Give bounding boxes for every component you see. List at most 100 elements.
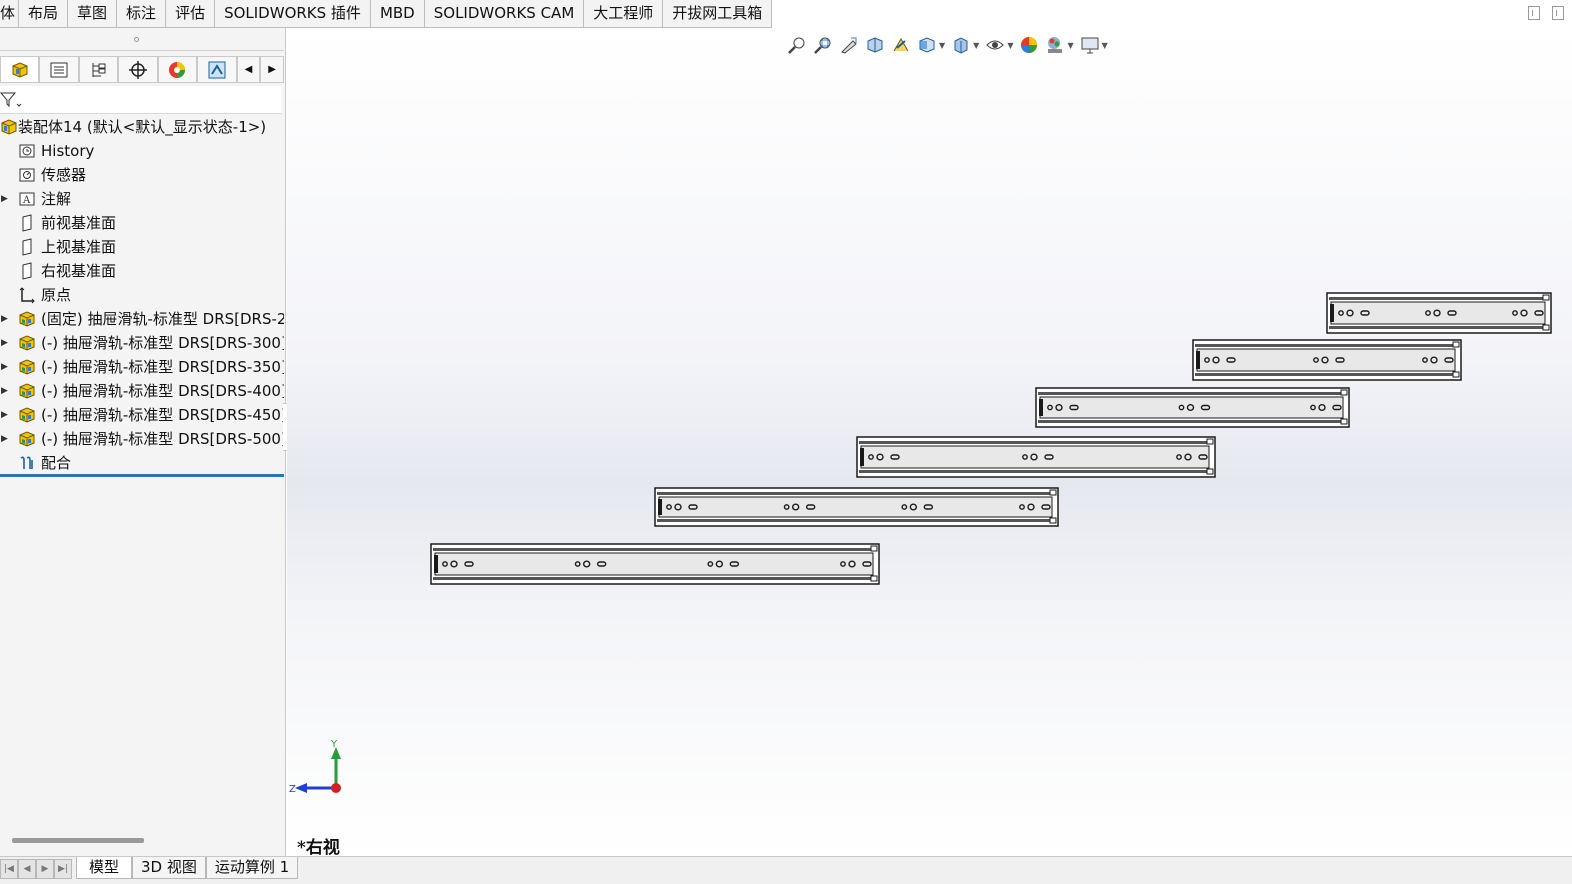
rail-end-stop [860, 448, 864, 466]
expand-arrow-icon[interactable]: ▶ [1, 379, 8, 403]
rail-corner [870, 575, 878, 582]
command-tab[interactable]: 大工程师 [584, 0, 664, 28]
dimxpert-icon[interactable] [118, 56, 158, 83]
bottom-tab[interactable]: 3D 视图 [132, 857, 206, 879]
display-manager-icon[interactable] [157, 56, 198, 83]
tree-filter[interactable] [0, 86, 282, 114]
expand-arrow-icon[interactable]: ▶ [1, 307, 8, 331]
rail-bottom-edge [657, 519, 1056, 522]
rail-bottom-edge [1038, 420, 1347, 423]
drawer-slide-rail[interactable] [654, 487, 1059, 527]
rail-inner [658, 496, 1053, 518]
tree-item-label: 原点 [41, 286, 72, 304]
expand-arrow-icon[interactable]: ▶ [1, 403, 8, 427]
tree-item[interactable]: History [0, 139, 284, 163]
expand-arrow-icon[interactable]: ▶ [1, 355, 8, 379]
tree-item-label: History [41, 142, 95, 160]
last-tab-icon[interactable]: ▶| [54, 859, 72, 879]
bottom-tab-bar: |◀ ◀ ▶ ▶| 模型 3D 视图 运动算例 1 [0, 856, 1572, 884]
tree-root[interactable]: 装配体14 (默认<默认_显示状态-1>) [0, 115, 284, 139]
tree-item-label: (-) 抽屉滑轨-标准型 DRS[DRS-350]. [41, 358, 284, 376]
feature-manager-icon[interactable] [0, 56, 40, 83]
graphics-area[interactable]: ▼ ▼ ▼ ▼ ▼ Y Z *右视 [287, 28, 1572, 858]
tree-item[interactable]: 右视基准面 [0, 259, 284, 283]
property-manager-icon[interactable] [39, 56, 79, 83]
tree-item-label: (固定) 抽屉滑轨-标准型 DRS[DRS-25 [41, 310, 284, 328]
rail-bottom-edge [1329, 326, 1549, 329]
triad-z-arrow [295, 783, 307, 793]
tree-item-label: 注解 [41, 190, 72, 208]
command-tab[interactable]: 标注 [117, 0, 167, 28]
rail-inner [1039, 396, 1344, 419]
drawer-slide-rail[interactable] [430, 543, 880, 585]
drawer-slide-rails[interactable] [287, 28, 1572, 856]
command-tab[interactable]: MBD [370, 0, 425, 28]
first-tab-icon[interactable]: |◀ [0, 859, 18, 879]
command-tab[interactable]: 布局 [19, 0, 69, 28]
tree-item[interactable]: 前视基准面 [0, 211, 284, 235]
tree-item[interactable]: 原点 [0, 283, 284, 307]
panel-grip-icon[interactable] [134, 37, 139, 42]
tree-item[interactable]: 上视基准面 [0, 235, 284, 259]
tree-item[interactable]: 传感器 [0, 163, 284, 187]
expand-arrow-icon[interactable]: ▶ [1, 187, 8, 211]
rail-end-stop [1330, 304, 1334, 322]
rail-corner [1542, 294, 1550, 301]
assembly-icon [1, 119, 17, 135]
plane-icon [18, 238, 36, 256]
horizontal-scrollbar[interactable] [12, 838, 144, 843]
command-tab[interactable]: SOLIDWORKS CAM [424, 0, 585, 28]
tree-item[interactable]: ▶ (固定) 抽屉滑轨-标准型 DRS[DRS-25 [0, 307, 284, 331]
rail-corner [1542, 324, 1550, 331]
tree-item[interactable]: ▶ (-) 抽屉滑轨-标准型 DRS[DRS-450]. [0, 403, 284, 427]
annotation-icon: A [18, 190, 36, 208]
manager-tabs: ◀ ▶ [0, 56, 284, 83]
drawer-slide-rail[interactable] [1192, 339, 1462, 381]
rail-bottom-edge [859, 470, 1213, 473]
collapse-left-icon[interactable] [1528, 6, 1540, 20]
tree-item[interactable]: ▶ (-) 抽屉滑轨-标准型 DRS[DRS-350]. [0, 355, 284, 379]
bottom-tab[interactable]: 运动算例 1 [205, 857, 299, 879]
filter-icon[interactable] [0, 90, 22, 110]
tree-item[interactable]: ▶ (-) 抽屉滑轨-标准型 DRS[DRS-500]. [0, 427, 284, 451]
rail-corner [1340, 418, 1348, 425]
cam-icon[interactable] [197, 56, 237, 83]
command-tab[interactable]: 草图 [68, 0, 118, 28]
tree-item[interactable]: 配合 [0, 451, 284, 475]
prev-tab-icon[interactable]: ◀ [18, 859, 36, 879]
expand-arrow-icon[interactable]: ▶ [1, 427, 8, 451]
scroll-left-icon[interactable]: ◀ [236, 56, 261, 83]
rail-end-stop [1196, 351, 1200, 369]
rail-top-edge [657, 492, 1056, 495]
tree-item[interactable]: ▶ (-) 抽屉滑轨-标准型 DRS[DRS-400]. [0, 379, 284, 403]
part-icon [18, 358, 36, 376]
next-tab-icon[interactable]: ▶ [36, 859, 54, 879]
tree-item[interactable]: ▶ A 注解 [0, 187, 284, 211]
plane-icon [18, 214, 36, 232]
tree-item-label: 配合 [41, 454, 72, 472]
drawer-slide-rail[interactable] [1326, 292, 1552, 334]
rail-top-edge [433, 548, 877, 551]
sensor-icon [18, 166, 36, 184]
command-tab[interactable]: SOLIDWORKS 插件 [215, 0, 371, 28]
tree-item[interactable]: ▶ (-) 抽屉滑轨-标准型 DRS[DRS-300]. [0, 331, 284, 355]
rail-corner [1340, 389, 1348, 396]
origin-icon [18, 286, 36, 304]
drawer-slide-rail[interactable] [856, 436, 1216, 478]
rail-top-edge [859, 441, 1213, 444]
drawer-slide-rail[interactable] [1035, 387, 1350, 428]
rail-end-stop [658, 499, 662, 515]
configuration-manager-icon[interactable] [78, 56, 119, 83]
collapse-right-icon[interactable] [1552, 6, 1564, 20]
part-icon [18, 334, 36, 352]
command-tab[interactable]: 评估 [166, 0, 216, 28]
command-tab[interactable]: 体 [0, 0, 20, 28]
expand-arrow-icon[interactable]: ▶ [1, 331, 8, 355]
reference-triad: Y Z [289, 739, 341, 795]
bottom-tab[interactable]: 模型 [76, 857, 133, 879]
command-tab[interactable]: 开拔网工具箱 [663, 0, 773, 28]
scroll-right-icon[interactable]: ▶ [260, 56, 284, 83]
plane-icon [18, 262, 36, 280]
tree-rollback-bar[interactable] [0, 474, 284, 477]
rail-top-edge [1038, 392, 1347, 395]
